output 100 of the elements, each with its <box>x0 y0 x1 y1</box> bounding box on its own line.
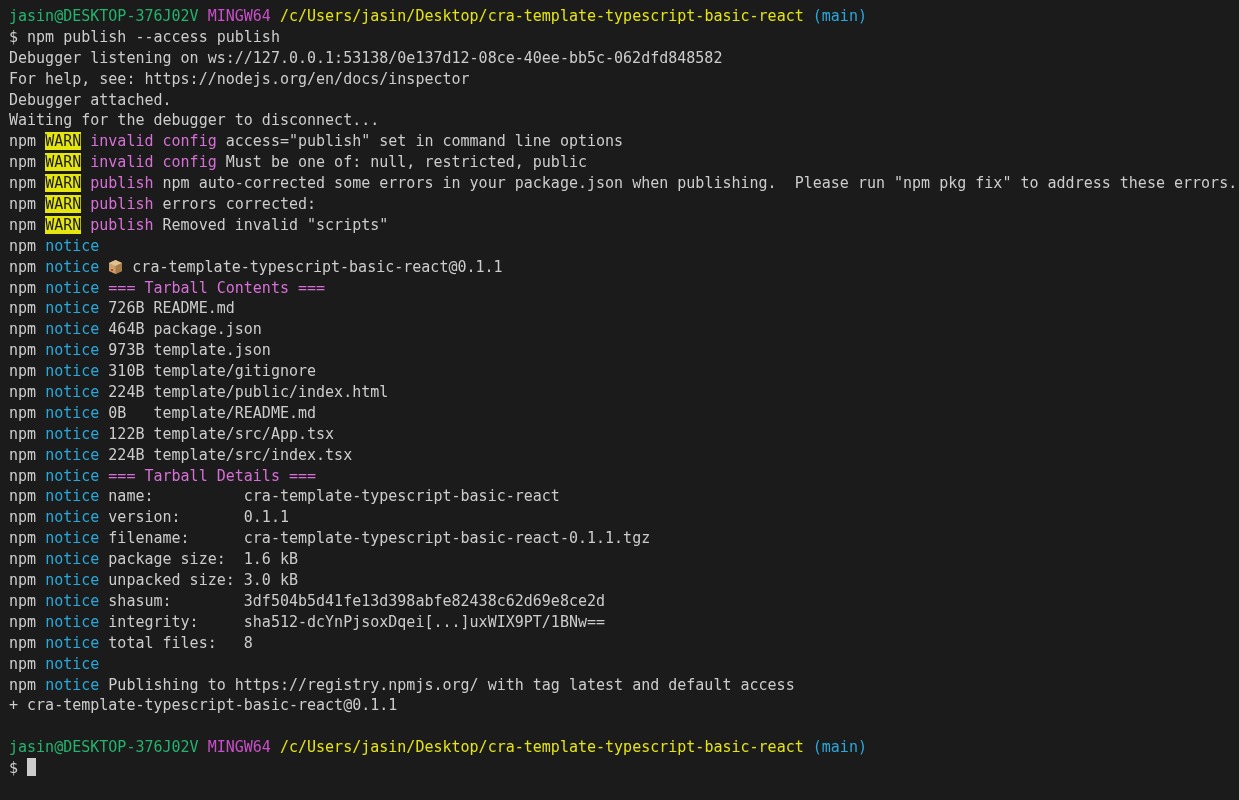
log-level: notice <box>45 362 100 381</box>
output-text: integrity: sha512-dcYnPjsoxDqei[...]uxWIX9PT/1BNw== <box>108 612 606 631</box>
output-text: Waiting for the debugger to disconnect... <box>9 111 380 130</box>
output-text: npm <box>9 215 37 234</box>
output-text: npm <box>9 362 37 381</box>
output-text: npm <box>9 174 37 193</box>
shell-name: MINGW64 <box>207 7 271 25</box>
user-host: jasin@DESKTOP-376J02V <box>9 7 199 25</box>
output-text: 224B template/public/index.html <box>108 383 389 402</box>
output-text: errors corrected: <box>162 195 317 213</box>
log-level: notice <box>45 529 100 548</box>
log-level: notice <box>45 466 100 485</box>
log-level: notice <box>45 445 100 464</box>
output-text: npm <box>9 383 37 402</box>
log-level: notice <box>45 278 100 297</box>
section-heading: === Tarball Contents === <box>108 278 326 297</box>
output-text: 224B template/src/index.tsx <box>108 445 353 464</box>
log-category: invalid config <box>90 153 217 172</box>
warn-label: WARN <box>45 153 82 172</box>
output-text: npm <box>9 675 37 694</box>
log-category: publish <box>90 174 154 193</box>
log-level: notice <box>45 508 100 527</box>
output-text: npm <box>9 487 37 506</box>
output-text: cra-template-typescript-basic-react@0.1.1 <box>132 257 503 276</box>
log-level: notice <box>45 320 100 339</box>
output-text: filename: cra-template-typescript-basic-react-0.1.1.tgz <box>108 529 651 548</box>
output-text: Removed invalid "scripts" <box>162 215 389 234</box>
output-text: 464B package.json <box>108 320 262 339</box>
log-category: publish <box>90 215 154 234</box>
log-level: notice <box>45 591 100 610</box>
output-text: npm <box>9 132 37 151</box>
command-text: npm publish --access publish <box>27 27 280 46</box>
log-level: notice <box>45 571 100 590</box>
output-text: npm <box>9 153 37 172</box>
current-path: /c/Users/jasin/Desktop/cra-template-typescript-basic-react <box>279 738 804 757</box>
output-text: package size: 1.6 kB <box>108 550 298 569</box>
output-text: npm <box>9 591 37 610</box>
output-text: + cra-template-typescript-basic-react@0.1.1 <box>9 696 398 715</box>
log-level: notice <box>45 236 100 255</box>
output-text: Publishing to https://registry.npmjs.org/ with tag latest and default access <box>108 675 795 694</box>
output-text: For help, see: https://nodejs.org/en/docs/inspector <box>9 69 470 88</box>
log-level: notice <box>45 487 100 506</box>
output-text: name: cra-template-typescript-basic-react <box>108 487 560 506</box>
output-text: npm <box>9 550 37 569</box>
log-level: notice <box>45 257 100 276</box>
output-text: total files: 8 <box>108 633 253 652</box>
output-text: npm <box>9 195 37 213</box>
output-text: npm <box>9 320 37 339</box>
log-level: notice <box>45 550 100 569</box>
log-level: notice <box>45 612 100 631</box>
log-level: notice <box>45 424 100 443</box>
output-text: npm <box>9 571 37 590</box>
warn-label: WARN <box>45 215 82 234</box>
warn-label: WARN <box>45 174 82 193</box>
output-text: npm <box>9 341 37 360</box>
output-text: unpacked size: 3.0 kB <box>108 571 298 590</box>
output-text: 310B template/gitignore <box>108 362 317 381</box>
output-text: Must be one of: null, restricted, public <box>225 153 587 172</box>
git-branch: (main) <box>812 7 867 25</box>
text-cursor <box>27 758 37 777</box>
log-level: notice <box>45 654 100 673</box>
prompt-symbol: $ <box>9 27 19 46</box>
output-text: 0B template/README.md <box>108 403 317 422</box>
output-text: Debugger attached. <box>9 90 172 109</box>
log-level: notice <box>45 383 100 402</box>
current-path: /c/Users/jasin/Desktop/cra-template-typescript-basic-react <box>279 7 804 25</box>
output-text: 726B README.md <box>108 299 235 318</box>
output-text: access="publish" set in command line options <box>225 132 624 151</box>
package-icon <box>108 258 124 275</box>
output-text: npm <box>9 633 37 652</box>
git-branch: (main) <box>812 738 867 757</box>
output-text: npm <box>9 278 37 297</box>
log-level: notice <box>45 299 100 318</box>
output-text: shasum: 3df504b5d41fe13d398abfe82438c62d69e8ce2d <box>108 591 606 610</box>
output-text: npm <box>9 466 37 485</box>
user-host: jasin@DESKTOP-376J02V <box>9 738 199 757</box>
output-text: npm <box>9 403 37 422</box>
output-text: npm auto-corrected some errors in your package.json when publishing. Please run "npm pkg fix" to address these errors. <box>162 174 1238 193</box>
log-level: notice <box>45 675 100 694</box>
output-text: npm <box>9 654 37 673</box>
output-text: npm <box>9 508 37 527</box>
log-category: invalid config <box>90 132 217 151</box>
warn-label: WARN <box>45 195 82 213</box>
output-text: npm <box>9 299 37 318</box>
output-text: npm <box>9 445 37 464</box>
output-text: npm <box>9 236 37 255</box>
log-level: notice <box>45 341 100 360</box>
prompt-symbol: $ <box>9 759 19 778</box>
log-category: publish <box>90 195 154 213</box>
log-level: notice <box>45 403 100 422</box>
section-heading: === Tarball Details === <box>108 466 317 485</box>
log-level: notice <box>45 633 100 652</box>
output-text: npm <box>9 529 37 548</box>
output-text: 122B template/src/App.tsx <box>108 424 335 443</box>
output-text: npm <box>9 612 37 631</box>
shell-name: MINGW64 <box>207 738 271 757</box>
warn-label: WARN <box>45 132 82 151</box>
output-text: version: 0.1.1 <box>108 508 289 527</box>
output-text: npm <box>9 424 37 443</box>
output-text: 973B template.json <box>108 341 271 360</box>
